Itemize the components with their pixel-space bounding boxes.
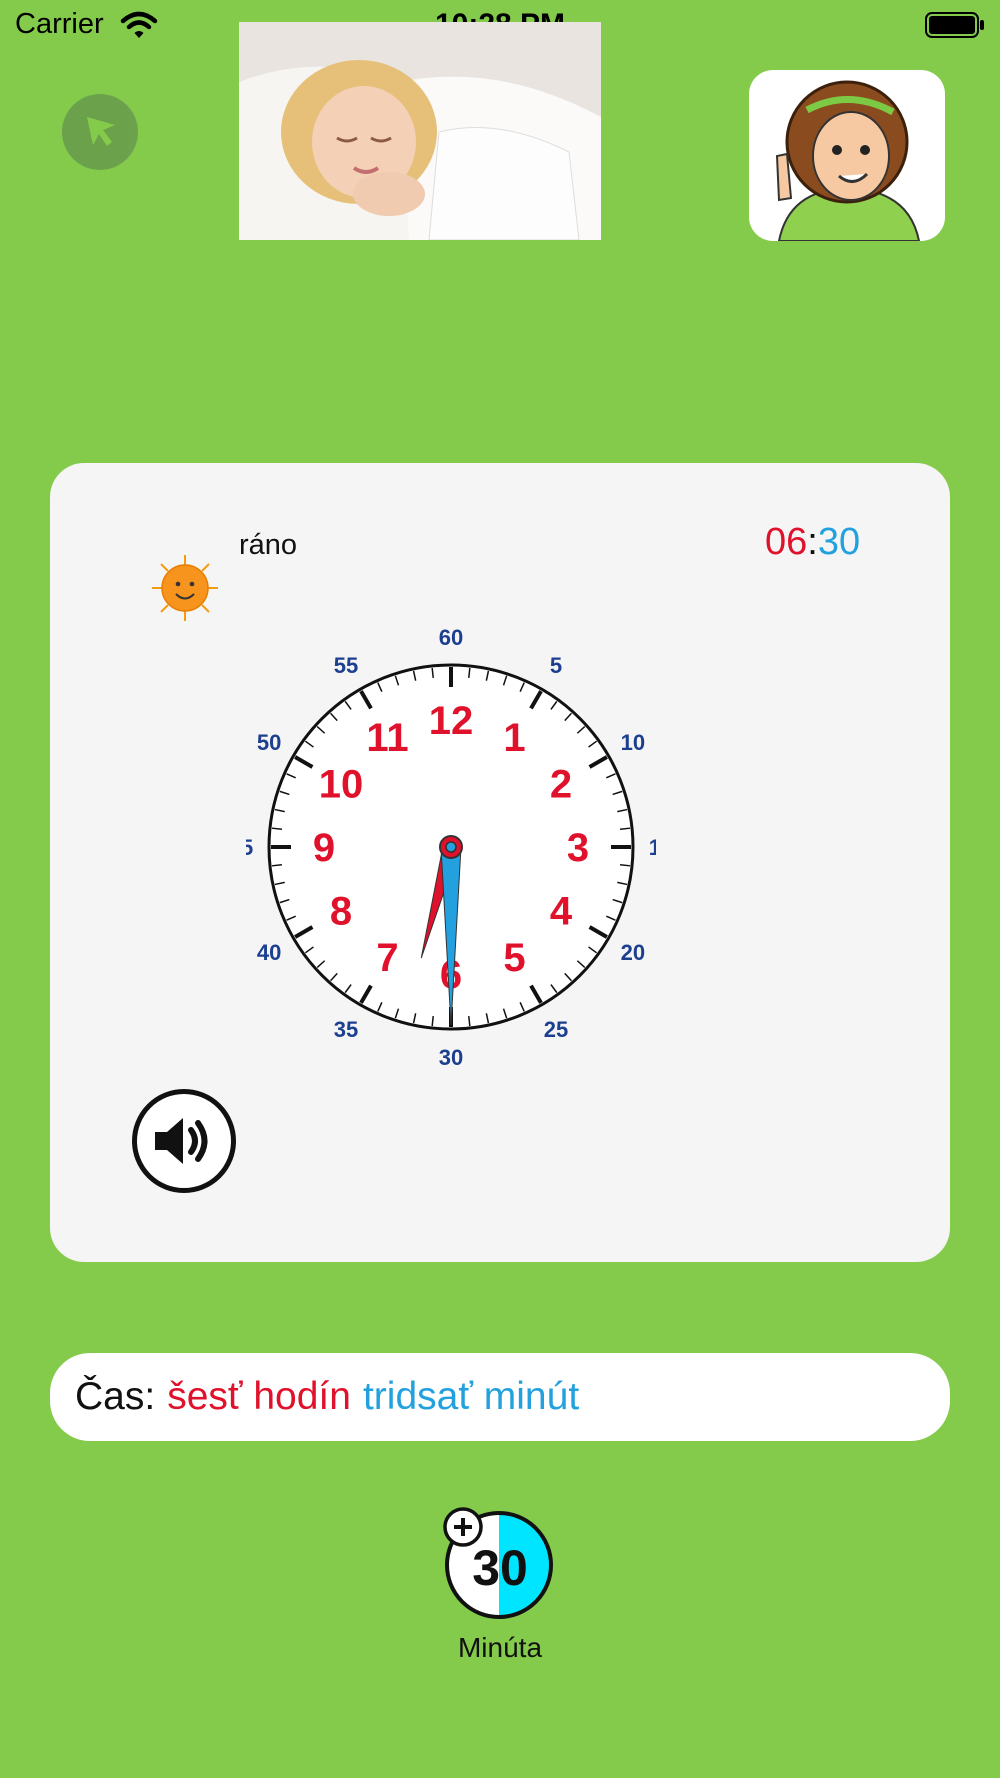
minute-label: 15: [649, 835, 656, 860]
hour-number: 10: [319, 763, 364, 807]
clock-card: ráno 06:30 12123456789101160510152025303…: [50, 463, 950, 1262]
minute-label: 25: [544, 1017, 568, 1042]
sound-button[interactable]: [132, 1089, 236, 1193]
hour-number: 11: [366, 716, 408, 760]
minute-tick: [619, 864, 631, 867]
minute-label: 10: [621, 730, 645, 755]
sentence-hours: šesť hodín: [167, 1375, 351, 1418]
digital-hours: 06: [765, 521, 808, 563]
minute-increment-button[interactable]: 30: [441, 1505, 557, 1621]
minute-tick: [468, 1015, 471, 1027]
minute-label: 60: [439, 625, 463, 650]
minute-label: 45: [246, 835, 253, 860]
minute-label: 20: [621, 940, 645, 965]
hour-number: 5: [503, 936, 525, 980]
minute-tick: [619, 827, 631, 830]
minute-label: 55: [334, 653, 358, 678]
minute-label: 5: [550, 653, 562, 678]
back-arrow-icon: [87, 117, 115, 146]
minute-tick: [431, 667, 434, 679]
sun-icon: [152, 555, 218, 621]
hour-number: 1: [503, 716, 525, 760]
minute-tick: [431, 1015, 434, 1027]
sentence-label: Čas:: [75, 1375, 156, 1418]
hour-number: 9: [313, 826, 335, 870]
hour-number: 2: [550, 763, 572, 807]
sentence-minutes: tridsať minút: [362, 1375, 580, 1418]
minute-tick: [468, 667, 471, 679]
sleeping-child-photo: [239, 22, 601, 240]
minute-caption: Minúta: [457, 1632, 543, 1663]
minute-label: 50: [257, 730, 281, 755]
back-button[interactable]: [62, 94, 138, 170]
speaker-icon: [155, 1118, 208, 1164]
hour-number: 8: [330, 890, 352, 934]
minute-value: 30: [472, 1540, 528, 1596]
hour-number: 7: [376, 936, 398, 980]
minute-label: 35: [334, 1017, 358, 1042]
minute-tick: [271, 827, 283, 830]
hour-number: 12: [429, 699, 474, 743]
girl-character-icon: [775, 80, 921, 241]
digital-separator: :: [807, 521, 818, 563]
character-avatar-button[interactable]: [749, 70, 945, 241]
analog-clock: 12123456789101160510152025303540455055: [246, 625, 656, 1070]
minute-label: 30: [439, 1045, 463, 1070]
digital-minutes: 30: [817, 521, 861, 563]
hour-number: 3: [567, 826, 589, 870]
minute-tick: [271, 864, 283, 867]
battery-icon: [925, 12, 984, 38]
minute-label: 40: [257, 940, 281, 965]
digital-time: 06:30: [765, 521, 860, 564]
clock-center-inner: [445, 841, 457, 853]
period-label: ráno: [239, 529, 298, 561]
hour-number: 4: [550, 890, 573, 934]
time-sentence: Čas: šesť hodín tridsať minút: [50, 1353, 950, 1441]
